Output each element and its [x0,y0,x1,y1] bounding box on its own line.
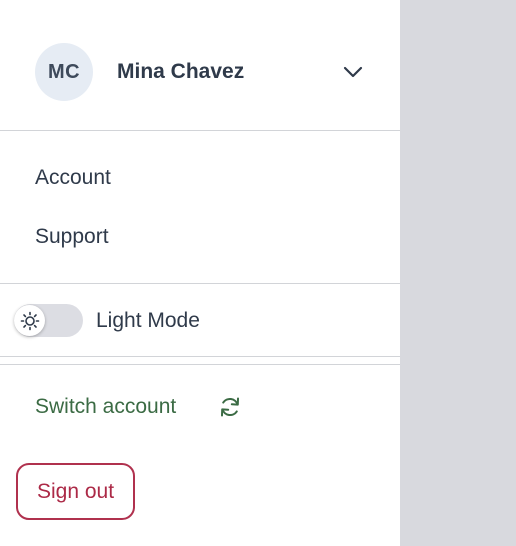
switch-account-link[interactable]: Switch account [35,395,176,419]
theme-toggle-label: Light Mode [96,309,200,332]
avatar: MC [35,43,93,101]
toggle-knob [14,305,45,336]
divider [0,283,400,284]
refresh-icon[interactable] [218,395,242,419]
menu-item-support[interactable]: Support [35,225,109,249]
user-header[interactable]: MC Mina Chavez [0,0,400,130]
theme-toggle[interactable] [14,304,83,337]
account-menu-panel: MC Mina Chavez Account Support Light Mod… [0,0,400,546]
user-name: Mina Chavez [117,60,245,83]
menu-item-account[interactable]: Account [35,166,111,190]
app-stage: MC Mina Chavez Account Support Light Mod… [0,0,516,546]
divider [0,356,400,357]
sign-out-button[interactable]: Sign out [16,463,135,520]
divider [0,364,400,365]
chevron-down-icon[interactable] [342,63,364,81]
sun-icon [20,311,39,330]
divider [0,130,400,131]
